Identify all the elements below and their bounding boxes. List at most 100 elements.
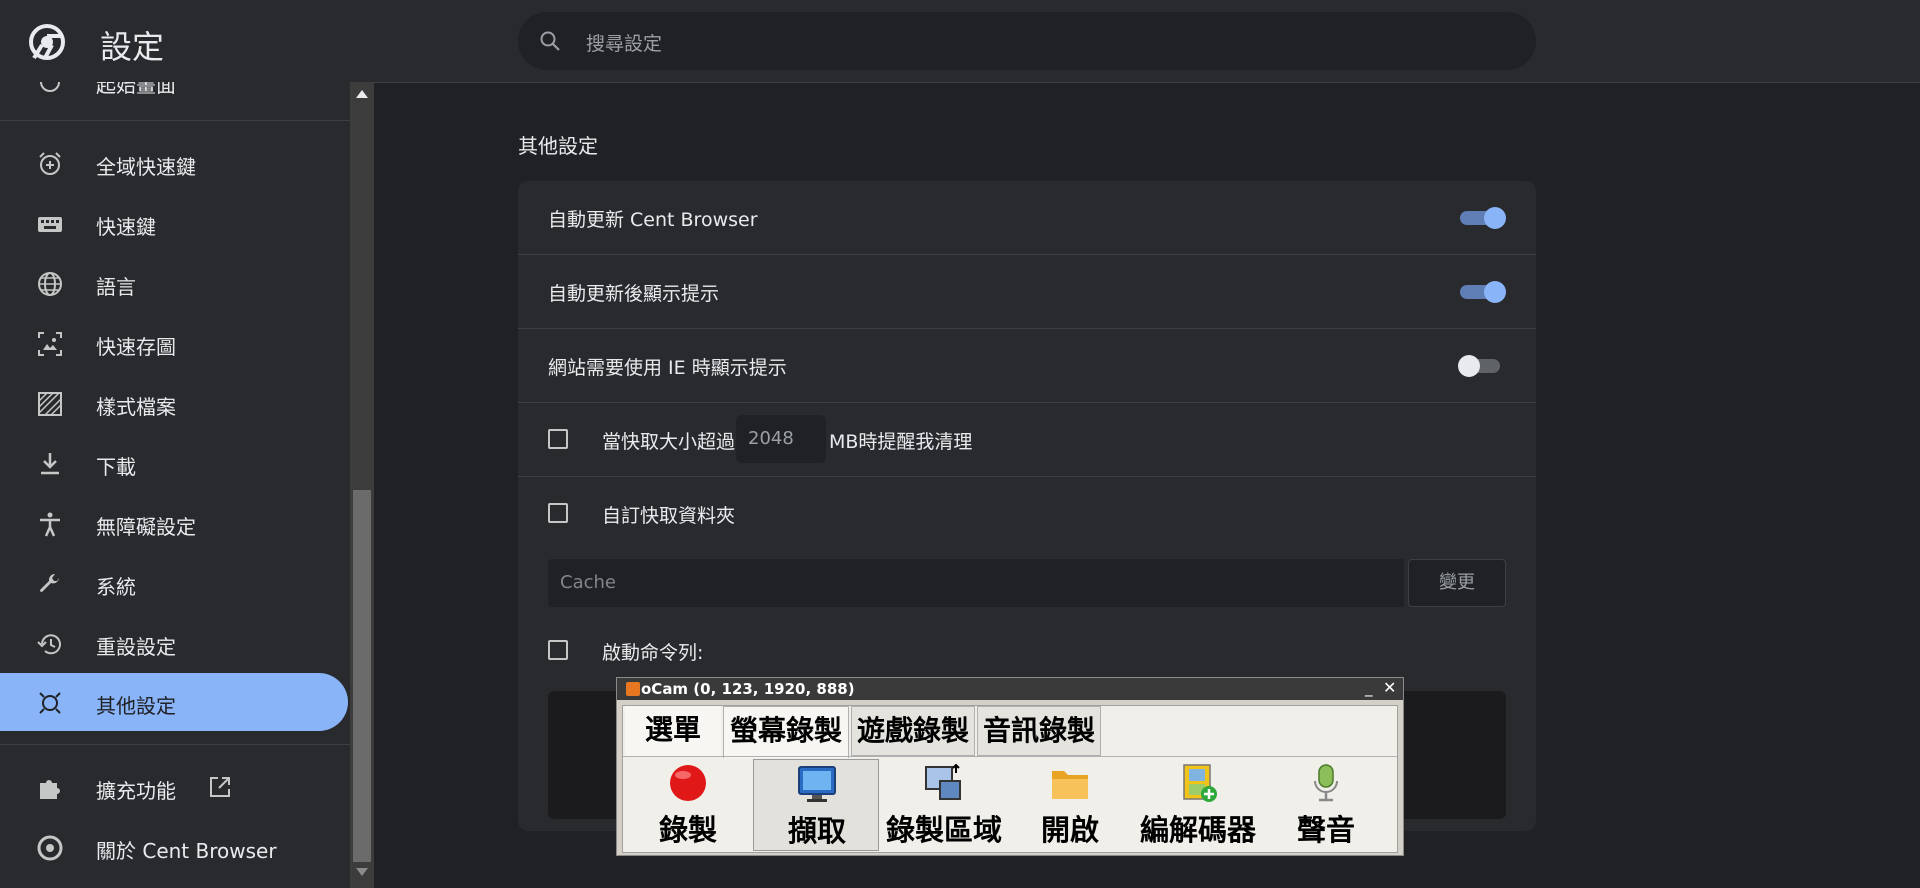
scroll-up-arrow-icon[interactable] [356,90,368,98]
keyboard-icon [38,217,62,232]
update-notice-toggle[interactable] [1458,281,1506,303]
scroll-thumb[interactable] [353,490,371,862]
record-icon [670,765,706,801]
ocam-tab-audio-record[interactable]: 音訊錄製 [977,706,1101,756]
setting-row-command-line: 啟動命令列: [518,620,1536,680]
sidebar-item-downloads[interactable]: 下載 [0,434,348,492]
capture-button[interactable]: 擷取 [753,759,879,851]
tool-label: 編解碼器 [1139,813,1256,847]
monitor-icon [798,766,836,802]
sidebar-item-other-settings[interactable]: 其他設定 [0,673,348,731]
setting-row-ie-notice[interactable]: 網站需要使用 IE 時顯示提示 [518,329,1536,403]
sidebar-item-label: 關於 Cent Browser [96,839,277,863]
record-area-button[interactable]: 錄製區域 [881,759,1007,851]
scroll-down-arrow-icon[interactable] [356,868,368,876]
cache-path-placeholder: Cache [560,572,616,593]
sidebar-item-quick-save-image[interactable]: 快速存圖 [0,314,348,372]
sidebar-item-shortcuts[interactable]: 快速鍵 [0,194,348,252]
ocam-titlebar[interactable]: oCam (0, 123, 1920, 888) _ ✕ [617,678,1403,700]
browser-logo-icon [37,835,63,861]
tool-label: 錄製區域 [885,813,1002,847]
open-in-new-icon [210,777,230,797]
sidebar-item-system[interactable]: 系統 [0,554,348,612]
accessibility-icon [40,512,60,537]
ocam-logo-icon [626,682,640,696]
power-icon [40,82,60,92]
ocam-tab-game-record[interactable]: 遊戲錄製 [851,706,975,756]
history-icon [37,634,61,655]
sidebar-item-label: 快速鍵 [96,215,156,239]
search-icon [540,31,560,51]
search-input[interactable]: 搜尋設定 [586,29,662,56]
sidebar-item-label: 擴充功能 [96,779,176,803]
search-box[interactable]: 搜尋設定 [518,12,1536,70]
globe-icon [38,272,62,296]
ie-notice-toggle[interactable] [1458,355,1506,377]
ocam-title: oCam (0, 123, 1920, 888) [641,680,855,698]
sidebar-item-label: 全域快速鍵 [96,155,196,179]
setting-row-auto-update[interactable]: 自動更新 Cent Browser [518,181,1536,255]
command-line-checkbox[interactable] [548,640,568,660]
top-bar: 設定 搜尋設定 [0,0,1920,83]
alarm-add-icon [39,152,61,175]
sidebar-item-label: 其他設定 [96,694,176,718]
sidebar-item-label: 起始畫面 [96,82,176,97]
sidebar-item-label: 無障礙設定 [96,515,196,539]
sidebar-item-label: 語言 [96,275,136,299]
divider [0,744,350,745]
minimize-icon[interactable]: _ [1365,679,1373,697]
setting-label: 自動更新 Cent Browser [548,209,758,231]
image-save-icon [38,332,62,356]
setting-row-custom-cache: 自訂快取資料夾 [518,477,1536,550]
ocam-tab-screen-record[interactable]: 螢幕錄製 [723,706,849,758]
sidebar-item-languages[interactable]: 語言 [0,254,348,312]
ocam-tab-menu[interactable]: 選單 [625,706,721,756]
sidebar-item-startup[interactable]: 起始畫面 [0,82,348,110]
sidebar-scrollbar[interactable] [350,82,374,888]
setting-label: 啟動命令列: [602,642,704,664]
setting-row-update-notice[interactable]: 自動更新後顯示提示 [518,255,1536,329]
sidebar-item-extensions[interactable]: 擴充功能 [0,758,348,816]
sidebar-item-reset[interactable]: 重設設定 [0,614,348,672]
page-title: 設定 [100,28,165,66]
wrench-icon [40,573,59,592]
sidebar-item-label: 系統 [96,575,136,599]
codec-button[interactable]: 編解碼器 [1135,759,1261,851]
custom-cache-checkbox[interactable] [548,503,568,523]
setting-row-cache-warning: 當快取大小超過 2048 MB時提醒我清理 [518,403,1536,477]
tool-label: 聲音 [1296,813,1355,847]
cache-size-input[interactable]: 2048 [736,415,826,463]
section-title: 其他設定 [518,134,598,158]
close-icon[interactable]: ✕ [1383,678,1396,697]
sidebar-item-style-files[interactable]: 樣式檔案 [0,374,348,432]
sidebar-item-label: 快速存圖 [96,335,176,359]
ocam-window: oCam (0, 123, 1920, 888) _ ✕ 選單 螢幕錄製 遊戲錄… [616,677,1404,856]
sidebar-item-global-shortcuts[interactable]: 全域快速鍵 [0,134,348,192]
setting-label: 網站需要使用 IE 時顯示提示 [548,357,787,379]
ocam-toolbar: 錄製 擷取 錄製區域 開啟 編解碼器 聲音 [623,756,1397,853]
sidebar-item-label: 樣式檔案 [96,395,176,419]
divider [0,120,350,121]
change-folder-button[interactable]: 變更 [1408,559,1506,607]
puzzle-icon [40,780,60,799]
download-icon [41,453,59,475]
sidebar-item-label: 下載 [96,455,136,479]
auto-update-toggle[interactable] [1458,207,1506,229]
texture-icon [38,392,62,416]
sidebar-item-about[interactable]: 關於 Cent Browser [0,818,348,876]
microphone-icon [1314,764,1338,802]
sidebar-item-label: 重設設定 [96,635,176,659]
browser-logo-icon [29,24,65,60]
tool-label: 擷取 [787,814,846,848]
film-plus-icon [1183,764,1217,802]
sound-button[interactable]: 聲音 [1263,759,1389,851]
other-settings-icon [39,692,61,714]
setting-label: 當快取大小超過 [602,431,736,453]
record-button[interactable]: 錄製 [625,759,751,851]
cache-path-input[interactable]: Cache [548,559,1404,607]
resize-area-icon [925,763,961,800]
sidebar-item-accessibility[interactable]: 無障礙設定 [0,494,348,552]
cache-warning-checkbox[interactable] [548,429,568,449]
open-button[interactable]: 開啟 [1007,759,1133,851]
setting-label-suffix: MB時提醒我清理 [829,431,973,453]
